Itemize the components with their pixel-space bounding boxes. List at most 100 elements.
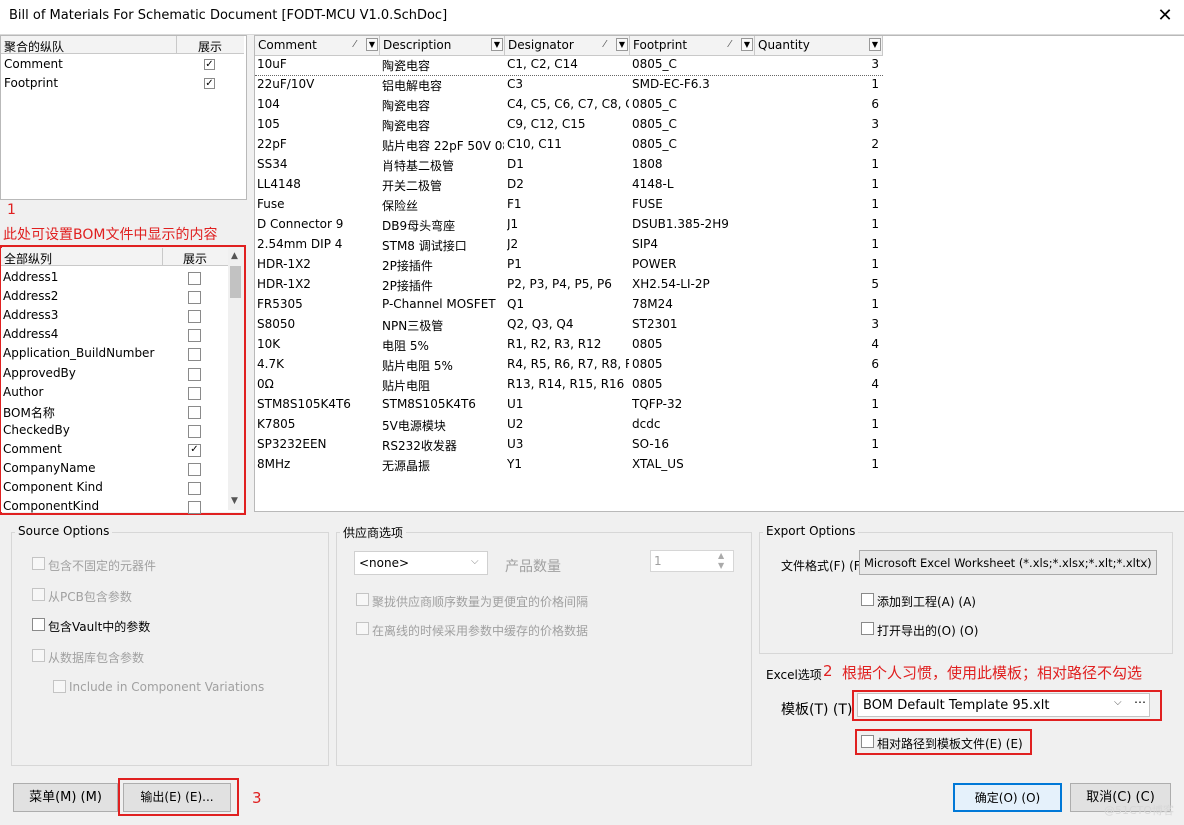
bom-row[interactable]: STM8S105K4T6 STM8S105K4T6 U1 TQFP-32 1 xyxy=(255,395,883,415)
bom-row[interactable]: SS34 肖特基二极管 D1 1808 1 xyxy=(255,155,883,175)
all-column-checkbox[interactable] xyxy=(188,310,201,324)
all-column-checkbox[interactable] xyxy=(188,348,201,362)
aggregated-column-checkbox[interactable]: ✓ xyxy=(204,59,215,70)
all-column-row[interactable]: BOM名称 xyxy=(1,402,228,421)
bom-row[interactable]: FR5305 P-Channel MOSFET Q1 78M24 1 xyxy=(255,295,883,315)
bom-row[interactable]: HDR-1X2 2P接插件 P1 POWER 1 xyxy=(255,255,883,275)
source-option-checkbox[interactable] xyxy=(32,649,45,662)
bom-row[interactable]: 8MHz 无源晶振 Y1 XTAL_US 1 xyxy=(255,455,883,475)
all-column-checkbox[interactable] xyxy=(188,482,201,496)
bom-cell-comment: 105 xyxy=(257,117,280,131)
all-column-row[interactable]: CheckedBy xyxy=(1,421,228,440)
bom-row[interactable]: 4.7K 贴片电阻 5% R4, R5, R6, R7, R8, R9 0805 6 xyxy=(255,355,883,375)
source-option-checkbox[interactable] xyxy=(32,557,45,570)
supplier-option-checkbox[interactable] xyxy=(356,622,369,635)
window-title: Bill of Materials For Schematic Document… xyxy=(9,8,448,23)
open-exported-checkbox[interactable] xyxy=(861,622,874,635)
source-option-checkbox[interactable] xyxy=(32,588,45,601)
bom-cell-designator: P2, P3, P4, P5, P6 xyxy=(507,277,612,291)
all-column-row[interactable]: Address2 xyxy=(1,287,228,306)
all-column-label: Author xyxy=(3,384,44,399)
bom-row[interactable]: Fuse 保险丝 F1 FUSE 1 xyxy=(255,195,883,215)
sort-indicator-icon: ⁄ xyxy=(729,39,731,50)
bom-column-header[interactable]: Quantity ▼ xyxy=(755,36,883,55)
supplier-option-checkbox[interactable] xyxy=(356,593,369,606)
filter-dropdown-icon[interactable]: ▼ xyxy=(869,38,881,51)
bom-row[interactable]: K7805 5V电源模块 U2 dcdc 1 xyxy=(255,415,883,435)
bom-row[interactable]: D Connector 9 DB9母头弯座 J1 DSUB1.385-2H9 1 xyxy=(255,215,883,235)
scroll-down-icon[interactable]: ▼ xyxy=(231,496,238,506)
filter-dropdown-icon[interactable]: ▼ xyxy=(366,38,378,51)
bom-row[interactable]: SP3232EEN RS232收发器 U3 SO-16 1 xyxy=(255,435,883,455)
bom-cell-designator: F1 xyxy=(507,197,522,211)
scroll-up-icon[interactable]: ▲ xyxy=(231,251,238,261)
all-columns-scrollbar[interactable]: ▲ ▼ xyxy=(228,248,243,510)
all-column-row[interactable]: Address3 xyxy=(1,306,228,325)
all-column-checkbox[interactable] xyxy=(188,386,201,400)
all-column-checkbox[interactable] xyxy=(188,367,201,381)
aggregated-column-checkbox[interactable]: ✓ xyxy=(204,78,215,89)
bom-column-header[interactable]: Designator ⁄ ▼ xyxy=(505,36,630,55)
export-button[interactable]: 输出(E) (E)... xyxy=(123,783,231,812)
bom-row[interactable]: 22uF/10V 铝电解电容 C3 SMD-EC-F6.3 1 xyxy=(255,75,883,95)
all-column-checkbox[interactable] xyxy=(188,424,201,438)
watermark: @51CTO博客 xyxy=(1104,804,1175,817)
all-column-row[interactable]: Address1 xyxy=(1,268,228,287)
sort-indicator-icon: ⁄ xyxy=(604,39,606,50)
bom-row[interactable]: 0Ω 贴片电阻 R13, R14, R15, R16 0805 4 xyxy=(255,375,883,395)
bom-column-header[interactable]: Comment ⁄ ▼ xyxy=(255,36,380,55)
all-column-label: CheckedBy xyxy=(3,422,70,437)
relative-path-checkbox[interactable] xyxy=(861,735,874,748)
all-column-checkbox[interactable] xyxy=(188,405,201,419)
all-column-row[interactable]: ApprovedBy xyxy=(1,364,228,383)
source-option-checkbox[interactable] xyxy=(32,618,45,631)
all-column-row[interactable]: ComponentKind xyxy=(1,497,228,516)
all-column-checkbox[interactable] xyxy=(188,501,201,515)
bom-row[interactable]: 22pF 贴片电容 22pF 50V 08 C10, C11 0805_C 2 xyxy=(255,135,883,155)
all-column-row[interactable]: Comment ✓ xyxy=(1,440,228,459)
all-column-checkbox[interactable]: ✓ xyxy=(188,443,201,457)
scrollbar-thumb[interactable] xyxy=(230,266,241,298)
filter-dropdown-icon[interactable]: ▼ xyxy=(741,38,753,51)
supplier-select[interactable]: <none> ⌵ xyxy=(354,551,488,575)
bom-row[interactable]: LL4148 开关二极管 D2 4148-L 1 xyxy=(255,175,883,195)
bom-row[interactable]: 10uF 陶瓷电容 C1, C2, C14 0805_C 3 xyxy=(255,55,883,76)
bom-row[interactable]: 2.54mm DIP 4 STM8 调试接口 J2 SIP4 1 xyxy=(255,235,883,255)
bom-row[interactable]: S8050 NPN三极管 Q2, Q3, Q4 ST2301 3 xyxy=(255,315,883,335)
bom-column-header[interactable]: Footprint ⁄ ▼ xyxy=(630,36,755,55)
bom-cell-description: 2P接插件 xyxy=(382,259,433,273)
template-select[interactable]: BOM Default Template 95.xlt ⌵ ⋯ xyxy=(857,693,1150,717)
bom-row[interactable]: 105 陶瓷电容 C9, C12, C15 0805_C 3 xyxy=(255,115,883,135)
browse-ellipsis-icon[interactable]: ⋯ xyxy=(1134,695,1146,709)
bom-row[interactable]: 104 陶瓷电容 C4, C5, C6, C7, C8, C1:0805_C 6 xyxy=(255,95,883,115)
chevron-down-icon: ⌵ xyxy=(471,556,479,567)
file-format-select[interactable]: Microsoft Excel Worksheet (*.xls;*.xlsx;… xyxy=(859,550,1157,575)
all-column-checkbox[interactable] xyxy=(188,463,201,476)
bom-cell-footprint: 0805_C xyxy=(632,137,677,151)
bom-column-header-label: Quantity xyxy=(758,38,810,52)
filter-dropdown-icon[interactable]: ▼ xyxy=(616,38,628,51)
bom-cell-quantity: 1 xyxy=(871,237,879,251)
bom-column-header[interactable]: Description ▼ xyxy=(380,36,505,55)
bom-cell-description: 铝电解电容 xyxy=(382,79,443,93)
menu-button[interactable]: 菜单(M) (M) xyxy=(13,783,118,812)
ok-button[interactable]: 确定(O) (O) xyxy=(953,783,1062,812)
bom-row[interactable]: HDR-1X2 2P接插件 P2, P3, P4, P5, P6 XH2.54-LI-… xyxy=(255,275,883,295)
close-icon[interactable]: ✕ xyxy=(1152,4,1178,30)
filter-dropdown-icon[interactable]: ▼ xyxy=(491,38,503,51)
bom-cell-designator: U1 xyxy=(507,397,524,411)
bom-row[interactable]: 10K 电阻 5% R1, R2, R3, R12 0805 4 xyxy=(255,335,883,355)
all-column-row[interactable]: Address4 xyxy=(1,325,228,344)
all-column-row[interactable]: Application_BuildNumber xyxy=(1,344,228,363)
source-option-checkbox[interactable] xyxy=(53,680,66,693)
aggregated-column-row[interactable]: Comment ✓ xyxy=(1,55,246,74)
all-column-row[interactable]: CompanyName xyxy=(1,459,228,478)
all-column-checkbox[interactable] xyxy=(188,272,201,285)
all-column-row[interactable]: Component Kind xyxy=(1,478,228,497)
add-to-project-checkbox[interactable] xyxy=(861,593,874,606)
product-qty-stepper[interactable]: 1 ▲ ▼ xyxy=(650,550,734,572)
all-column-checkbox[interactable] xyxy=(188,291,201,305)
all-column-checkbox[interactable] xyxy=(188,329,201,343)
aggregated-column-row[interactable]: Footprint ✓ xyxy=(1,74,246,93)
all-column-row[interactable]: Author xyxy=(1,383,228,402)
